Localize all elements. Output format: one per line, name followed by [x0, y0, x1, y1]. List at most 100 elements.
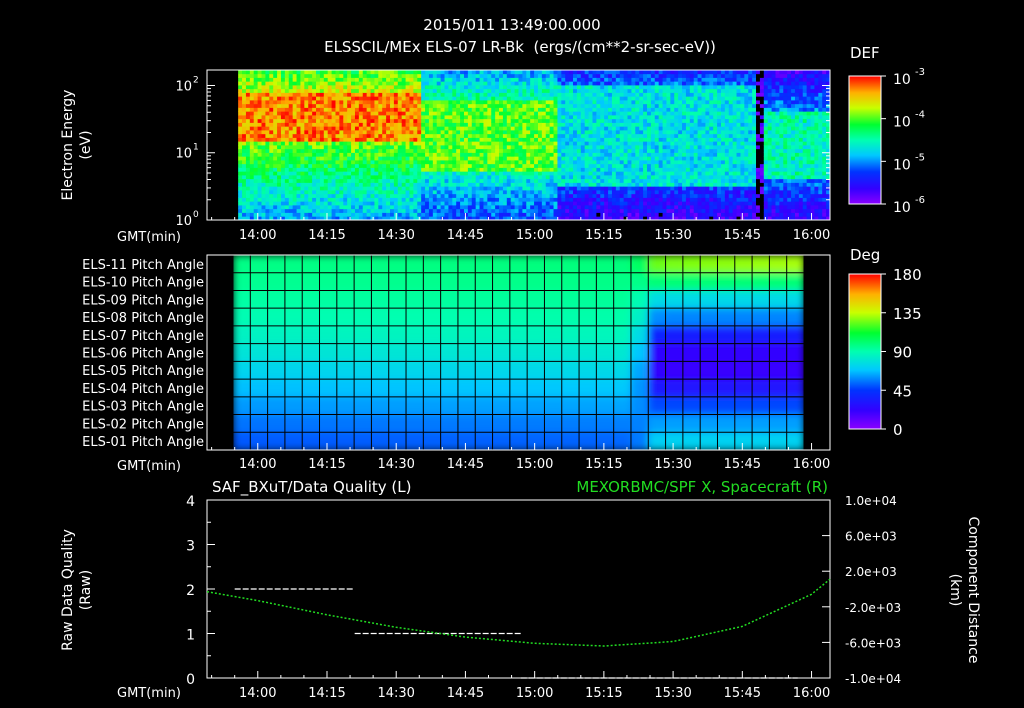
- spectrogram-cell: [643, 118, 648, 123]
- spectrogram-cell: [230, 145, 235, 150]
- spectrogram-cell: [428, 190, 434, 195]
- spectrogram-cell: [362, 167, 368, 172]
- spectrogram-cell: [553, 137, 558, 142]
- spectrogram-cell: [495, 77, 500, 82]
- spectrogram-cell: [207, 122, 212, 127]
- spectrogram-cell: [658, 152, 663, 157]
- spectrogram-cell: [269, 133, 274, 138]
- spectrogram-cell: [288, 133, 294, 138]
- spectrogram-cell: [362, 111, 368, 116]
- spectrogram-cell: [611, 130, 617, 135]
- spectrogram-cell: [222, 145, 227, 150]
- spectrogram-cell: [685, 111, 691, 116]
- spectrogram-cell: [277, 197, 282, 202]
- spectrogram-cell: [502, 156, 508, 161]
- spectrogram-cell: [382, 171, 387, 176]
- spectrogram-cell: [366, 96, 371, 101]
- spectrogram-cell: [401, 160, 406, 165]
- spectrogram-cell: [277, 103, 282, 108]
- spectrogram-cell: [245, 130, 251, 135]
- spectrogram-cell: [639, 141, 644, 146]
- spectrogram-cell: [327, 190, 332, 195]
- spectrogram-cell: [479, 190, 484, 195]
- spectrogram-cell: [460, 107, 465, 112]
- spectrogram-cell: [448, 201, 453, 206]
- spectrogram-cell: [549, 137, 554, 142]
- spectrogram-cell: [238, 178, 243, 183]
- spectrogram-cell: [222, 100, 227, 105]
- spectrogram-cell: [386, 171, 391, 176]
- spectrogram-cell: [471, 130, 477, 135]
- spectrogram-cell: [273, 81, 278, 86]
- spectrogram-cell: [409, 186, 414, 191]
- spectrogram-cell: [284, 100, 290, 105]
- spectrogram-cell: [514, 96, 519, 101]
- spectrogram-cell: [580, 122, 586, 127]
- spectrogram-cell: [553, 190, 558, 195]
- spectrogram-cell: [514, 182, 519, 187]
- spectrogram-cell: [343, 85, 348, 90]
- spectrogram-cell: [596, 182, 601, 187]
- spectrogram-cell: [432, 156, 438, 161]
- spectrogram-cell: [214, 167, 220, 172]
- spectrogram-cell: [296, 201, 301, 206]
- spectrogram-cell: [222, 133, 227, 138]
- spectrogram-cell: [619, 190, 625, 195]
- spectrogram-cell: [323, 130, 329, 135]
- spectrogram-cell: [541, 96, 547, 101]
- spectrogram-cell: [218, 175, 223, 180]
- spectrogram-cell: [444, 122, 449, 127]
- spectrogram-cell: [537, 208, 543, 213]
- spectrogram-cell: [343, 122, 348, 127]
- spectrogram-cell: [249, 130, 255, 135]
- spectrogram-cell: [288, 205, 294, 210]
- spectrogram-cell: [658, 115, 663, 120]
- spectrogram-cell: [351, 148, 356, 153]
- spectrogram-cell: [682, 148, 687, 153]
- spectrogram-cell: [432, 81, 438, 86]
- spectrogram-cell: [390, 77, 395, 82]
- spectrogram-cell: [421, 190, 426, 195]
- spectrogram-cell: [409, 145, 414, 150]
- spectrogram-cell: [557, 152, 562, 157]
- spectrogram-cell: [257, 175, 262, 180]
- spectrogram-cell: [339, 77, 344, 82]
- spectrogram-cell: [300, 175, 305, 180]
- spectrogram-cell: [604, 182, 609, 187]
- spectrogram-cell: [390, 208, 395, 213]
- spectrogram-cell: [339, 201, 344, 206]
- spectrogram-cell: [530, 205, 535, 210]
- spectrogram-cell: [689, 130, 695, 135]
- spectrogram-cell: [242, 163, 247, 168]
- spectrogram-cell: [397, 205, 403, 210]
- spectrogram-cell: [323, 201, 329, 206]
- spectrogram-cell: [456, 182, 461, 187]
- spectrogram-cell: [386, 201, 391, 206]
- spectrogram-cell: [393, 190, 399, 195]
- spectrogram-cell: [541, 186, 547, 191]
- spectrogram-cell: [611, 115, 617, 120]
- spectrogram-cell: [448, 111, 453, 116]
- spectrogram-cell: [413, 190, 418, 195]
- spectrogram-cell: [619, 208, 625, 213]
- spectrogram-cell: [561, 205, 566, 210]
- spectrogram-cell: [499, 130, 504, 135]
- spectrogram-cell: [573, 122, 578, 127]
- spectrogram-cell: [506, 148, 512, 153]
- spectrogram-cell: [210, 212, 216, 217]
- spectrogram-cell: [421, 118, 426, 123]
- spectrogram-cell: [308, 205, 313, 210]
- spectrogram-cell: [588, 103, 593, 108]
- spectrogram-cell: [436, 205, 442, 210]
- spectrogram-cell: [405, 77, 410, 82]
- spectrogram-cell: [440, 167, 445, 172]
- spectrogram-cell: [339, 92, 344, 97]
- spectrogram-cell: [238, 145, 243, 150]
- spectrogram-cell: [553, 92, 558, 97]
- spectrogram-cell: [670, 133, 675, 138]
- spectrogram-cell: [452, 133, 457, 138]
- spectrogram-cell: [280, 130, 286, 135]
- spectrogram-cell: [573, 145, 578, 150]
- spectrogram-cell: [627, 208, 632, 213]
- spectrogram-cell: [245, 111, 251, 116]
